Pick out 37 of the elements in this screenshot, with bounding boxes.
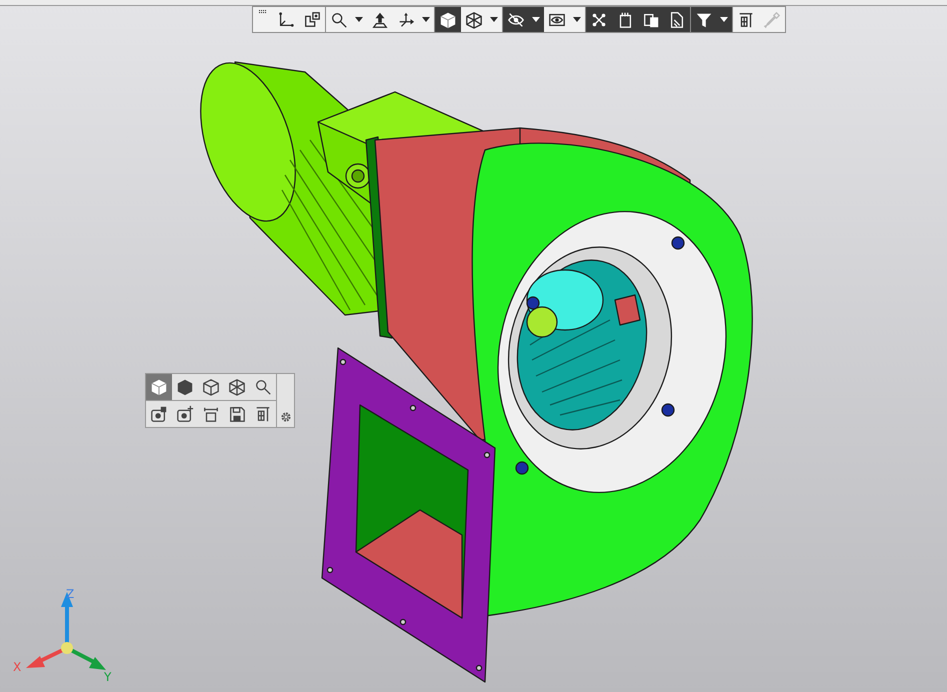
y-axis-label: Y (104, 670, 112, 684)
connected-dots-button[interactable] (586, 7, 612, 32)
shaded-cube-icon (439, 10, 457, 28)
width-icon (202, 405, 220, 423)
settings-icon (278, 410, 292, 424)
camera-icon (150, 405, 168, 423)
caret-icon (490, 17, 498, 22)
caret-icon (573, 17, 581, 22)
caret-icon (532, 17, 540, 22)
page-icon (668, 10, 686, 28)
crane-icon (254, 405, 272, 423)
shaded-cube-icon (150, 378, 168, 396)
connected-dots-icon (590, 10, 608, 28)
zoom-icon (254, 378, 272, 396)
x-axis-label: X (13, 660, 22, 674)
camera-add-icon (176, 405, 194, 423)
save-icon (228, 405, 246, 423)
search-icon (330, 10, 348, 28)
caret-icon (720, 17, 728, 22)
caret-icon (355, 17, 363, 22)
shaded-cube-button[interactable] (435, 7, 461, 32)
hidden-eye-icon (507, 10, 525, 28)
wireframe-cube-icon (465, 10, 483, 28)
part-icon (303, 10, 321, 28)
wireframe-cube-icon (228, 378, 246, 396)
caret-icon (422, 17, 430, 22)
page-button[interactable] (664, 7, 690, 32)
filter-button[interactable] (691, 7, 732, 32)
hidden-eye-button[interactable] (503, 7, 544, 32)
filter-icon (695, 10, 713, 28)
pipette-icon (763, 10, 781, 28)
up-arrow-icon (371, 10, 389, 28)
z-axis-label: Z (66, 587, 74, 601)
cube-outline-icon (202, 378, 220, 396)
solid-cube-icon (176, 378, 194, 396)
axes-icon (277, 10, 295, 28)
axis-icon (397, 10, 415, 28)
